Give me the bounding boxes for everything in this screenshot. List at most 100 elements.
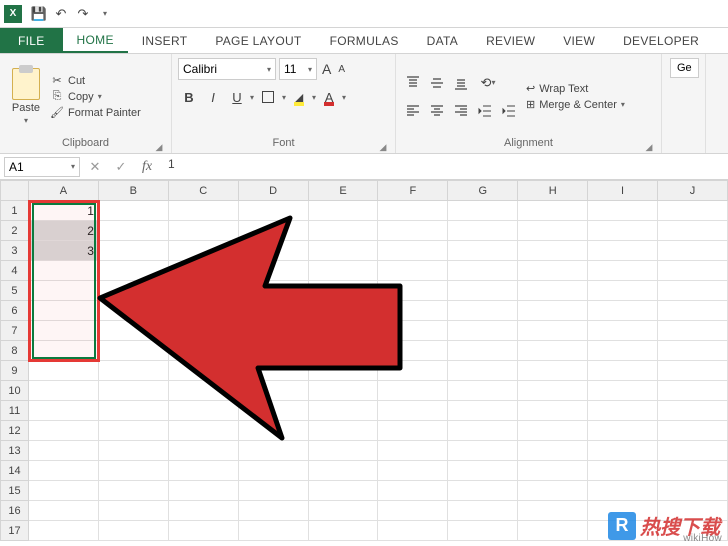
cell[interactable] [238, 461, 308, 481]
cell[interactable] [658, 301, 728, 321]
cell[interactable] [28, 321, 98, 341]
cell[interactable] [588, 321, 658, 341]
cell[interactable] [658, 281, 728, 301]
cell[interactable] [238, 301, 308, 321]
cell[interactable] [448, 421, 518, 441]
cell[interactable] [28, 281, 98, 301]
cell[interactable] [168, 441, 238, 461]
cell[interactable] [98, 521, 168, 541]
cell[interactable] [448, 261, 518, 281]
cell[interactable] [588, 481, 658, 501]
dialog-launcher-icon[interactable]: ◢ [153, 139, 165, 151]
cell[interactable] [658, 261, 728, 281]
cell[interactable] [168, 501, 238, 521]
cell[interactable] [168, 461, 238, 481]
cell[interactable] [168, 261, 238, 281]
cell[interactable] [308, 441, 378, 461]
cancel-formula-button[interactable]: ✕ [84, 157, 106, 177]
tab-formulas[interactable]: FORMULAS [316, 28, 413, 53]
column-header[interactable]: E [308, 181, 378, 201]
row-header[interactable]: 14 [1, 461, 29, 481]
accept-formula-button[interactable]: ✓ [110, 157, 132, 177]
cell[interactable] [518, 521, 588, 541]
row-header[interactable]: 7 [1, 321, 29, 341]
cell[interactable] [658, 461, 728, 481]
cell[interactable] [308, 241, 378, 261]
cell[interactable] [308, 501, 378, 521]
cell[interactable] [588, 421, 658, 441]
cell[interactable] [588, 441, 658, 461]
cell[interactable] [378, 481, 448, 501]
cell[interactable] [518, 301, 588, 321]
cell[interactable] [588, 341, 658, 361]
cell[interactable] [28, 461, 98, 481]
cell[interactable] [518, 321, 588, 341]
cell[interactable] [28, 381, 98, 401]
cell[interactable] [98, 401, 168, 421]
font-color-button[interactable]: A [318, 86, 340, 108]
column-header[interactable]: J [658, 181, 728, 201]
cell[interactable] [28, 401, 98, 421]
tab-file[interactable]: FILE [0, 28, 63, 53]
cell[interactable] [238, 321, 308, 341]
cell[interactable] [658, 341, 728, 361]
cell[interactable] [518, 341, 588, 361]
cell[interactable] [518, 381, 588, 401]
copy-button[interactable]: ⎘ Copy ▾ [50, 90, 141, 104]
cut-button[interactable]: ✂ Cut [50, 74, 141, 88]
name-box[interactable]: A1 ▾ [4, 157, 80, 177]
row-header[interactable]: 10 [1, 381, 29, 401]
cell[interactable] [378, 381, 448, 401]
cell[interactable] [28, 521, 98, 541]
cell[interactable] [588, 201, 658, 221]
tab-review[interactable]: REVIEW [472, 28, 549, 53]
insert-function-button[interactable]: fx [136, 157, 158, 177]
cell[interactable] [168, 481, 238, 501]
dialog-launcher-icon[interactable]: ◢ [377, 139, 389, 151]
cell[interactable] [308, 381, 378, 401]
cell[interactable] [98, 301, 168, 321]
chevron-down-icon[interactable]: ▾ [312, 93, 316, 102]
cell[interactable]: 1 [28, 201, 98, 221]
cell[interactable] [238, 521, 308, 541]
cell[interactable] [378, 341, 448, 361]
tab-page-layout[interactable]: PAGE LAYOUT [201, 28, 315, 53]
cell[interactable] [98, 381, 168, 401]
cell[interactable]: 2 [28, 221, 98, 241]
cell[interactable] [238, 441, 308, 461]
decrease-indent-button[interactable] [474, 100, 496, 122]
cell[interactable] [168, 381, 238, 401]
column-header[interactable]: F [378, 181, 448, 201]
cell[interactable] [308, 461, 378, 481]
cell[interactable] [588, 241, 658, 261]
cell[interactable] [308, 341, 378, 361]
cell[interactable] [308, 301, 378, 321]
cell[interactable] [168, 521, 238, 541]
cell[interactable] [448, 481, 518, 501]
row-header[interactable]: 2 [1, 221, 29, 241]
row-header[interactable]: 11 [1, 401, 29, 421]
cell[interactable] [518, 361, 588, 381]
spreadsheet-grid[interactable]: A B C D E F G H I J 11223345678910111213… [0, 180, 728, 546]
cell[interactable] [518, 421, 588, 441]
cell[interactable] [658, 421, 728, 441]
cell[interactable] [98, 321, 168, 341]
cell[interactable] [518, 441, 588, 461]
cell[interactable] [518, 261, 588, 281]
tab-view[interactable]: VIEW [549, 28, 609, 53]
cell[interactable] [28, 261, 98, 281]
orientation-button[interactable]: ⟲▾ [474, 72, 502, 94]
column-header[interactable]: D [238, 181, 308, 201]
cell[interactable] [28, 361, 98, 381]
cell[interactable] [98, 341, 168, 361]
cell[interactable] [168, 401, 238, 421]
cell[interactable] [308, 481, 378, 501]
cell[interactable] [168, 241, 238, 261]
font-name-select[interactable]: Calibri ▾ [178, 58, 276, 80]
cell[interactable] [448, 521, 518, 541]
cell[interactable] [98, 281, 168, 301]
cell[interactable] [98, 221, 168, 241]
cell[interactable] [98, 361, 168, 381]
cell[interactable] [28, 441, 98, 461]
cell[interactable] [518, 221, 588, 241]
